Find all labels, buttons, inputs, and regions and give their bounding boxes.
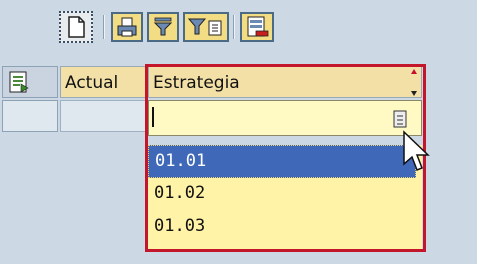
mouse-pointer-icon xyxy=(403,130,430,171)
dropdown-option[interactable]: 01.01 xyxy=(148,145,416,178)
column-header-label: Actual xyxy=(65,73,119,93)
new-document-icon xyxy=(68,16,85,38)
value-help-icon[interactable] xyxy=(393,110,409,128)
print-button[interactable] xyxy=(111,12,143,42)
dropdown-option[interactable]: 01.02 xyxy=(148,178,422,211)
filter-settings-button[interactable] xyxy=(183,12,229,42)
column-settings-icon xyxy=(9,71,29,93)
new-document-button[interactable] xyxy=(59,11,93,43)
dropdown-option[interactable]: 01.03 xyxy=(148,211,422,244)
dropdown-list: 01.01 01.02 01.03 xyxy=(148,145,422,249)
filter-button[interactable] xyxy=(147,12,179,42)
column-header-actual[interactable]: Actual xyxy=(60,66,148,98)
toolbar-separator xyxy=(103,15,105,39)
column-settings-button[interactable] xyxy=(2,66,58,98)
export-button[interactable] xyxy=(240,12,274,42)
estrategia-filter-input[interactable] xyxy=(148,100,422,136)
export-icon xyxy=(247,16,269,37)
toolbar-separator xyxy=(233,15,235,39)
row-selector[interactable] xyxy=(2,100,58,132)
table-cell-actual[interactable] xyxy=(60,100,148,132)
filter-settings-icon xyxy=(187,18,222,36)
filter-icon xyxy=(153,17,173,36)
text-cursor xyxy=(152,107,154,127)
print-icon xyxy=(117,17,137,37)
